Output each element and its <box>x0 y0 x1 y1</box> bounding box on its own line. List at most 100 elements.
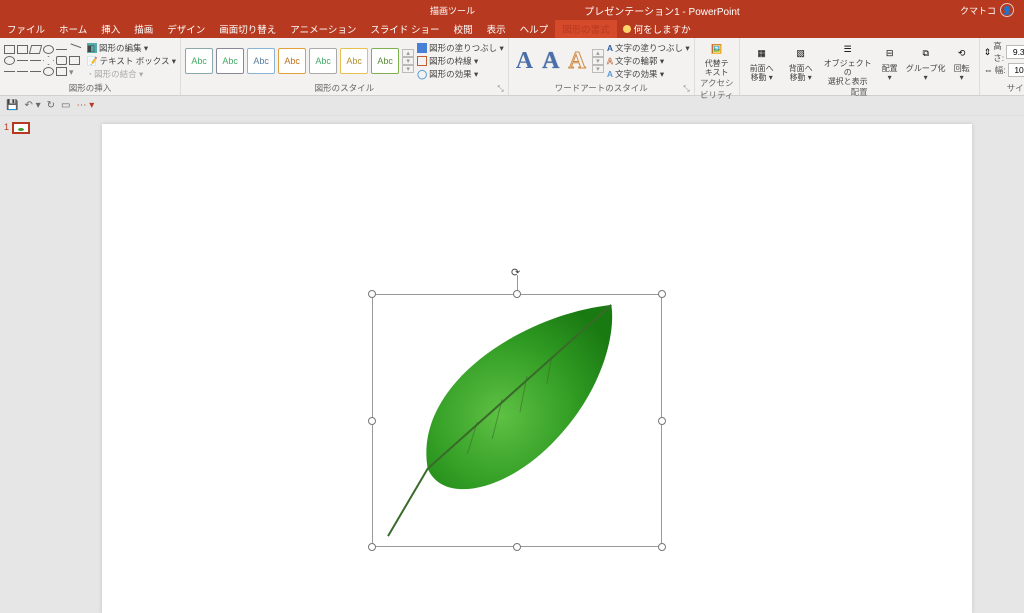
thumbnail-panel: 1 <box>0 116 50 613</box>
document-title: プレゼンテーション1 - PowerPoint <box>500 3 824 18</box>
tab-view[interactable]: 表示 <box>480 20 513 38</box>
text-fill-stack: A文字の塗りつぶし ▾ A文字の輪郭 ▾ A文字の効果 ▾ <box>607 42 690 81</box>
height-label: 高さ: <box>993 40 1004 64</box>
tab-transitions[interactable]: 画面切り替え <box>212 20 283 38</box>
style-preset-4[interactable]: Abc <box>278 48 306 74</box>
wordart-gallery-scroll[interactable]: ▴▾▾ <box>592 49 604 73</box>
height-row: ⇕ 高さ: ▴▾ <box>984 44 1024 60</box>
edit-shape-button[interactable]: ◧図形の編集 ▾ <box>87 42 176 55</box>
selection-box[interactable]: ⟳ <box>372 294 662 547</box>
height-input[interactable] <box>1006 45 1024 59</box>
user-avatar-icon: 👤 <box>1000 3 1014 17</box>
user-name-label: クマトコ <box>960 4 996 17</box>
style-preset-6[interactable]: Abc <box>340 48 368 74</box>
tab-format[interactable]: 図形の書式 <box>555 20 617 38</box>
group-button[interactable]: ⧉グループ化 ▾ <box>906 45 946 82</box>
leaf-shape[interactable] <box>373 295 661 546</box>
textbox-button[interactable]: 📝テキスト ボックス ▾ <box>87 55 176 68</box>
lightbulb-icon <box>623 25 631 33</box>
workspace: 1 ⟳ <box>0 116 1024 613</box>
group-label-arrange: 配置 <box>744 86 975 99</box>
tab-slideshow[interactable]: スライド ショー <box>363 20 446 38</box>
quick-access-toolbar: 💾 ↶ ▾ ↻ ▭ ⋯ ▾ <box>0 96 1024 116</box>
selection-pane-button[interactable]: ☰オブジェクトの 選択と表示 <box>822 40 874 86</box>
height-icon: ⇕ <box>984 47 992 58</box>
wordart-preset-3[interactable]: A <box>565 48 588 75</box>
text-fill-button[interactable]: A文字の塗りつぶし ▾ <box>607 42 690 55</box>
bring-forward-button[interactable]: ▦前面へ 移動 ▾ <box>744 45 780 82</box>
thumb-preview <box>12 122 30 134</box>
rotate-button[interactable]: ⟲回転 ▾ <box>949 45 975 82</box>
shape-fill-button[interactable]: 図形の塗りつぶし ▾ <box>417 42 504 55</box>
group-shape-styles: Abc Abc Abc Abc Abc Abc Abc ▴▾▾ 図形の塗りつぶし… <box>181 38 509 95</box>
group-label-insert-shapes: 図形の挿入 <box>4 82 176 95</box>
slide-thumbnail-1[interactable]: 1 <box>4 122 46 134</box>
tell-me[interactable]: 何をしますか <box>617 20 697 38</box>
style-preset-3[interactable]: Abc <box>247 48 275 74</box>
shapes-gallery[interactable]: ▾ <box>4 45 84 77</box>
bring-forward-icon: ▦ <box>753 45 771 63</box>
tab-draw[interactable]: 描画 <box>127 20 160 38</box>
wordart-preset-2[interactable]: A <box>539 48 562 75</box>
group-icon: ⧉ <box>917 45 935 63</box>
shape-outline-button[interactable]: 図形の枠線 ▾ <box>417 55 504 68</box>
rotate-icon: ⟲ <box>953 45 971 63</box>
width-label: 幅: <box>995 64 1006 76</box>
group-accessibility: 🖼️ 代替テ キスト アクセシビリティ <box>695 38 740 95</box>
slide-canvas[interactable]: ⟳ <box>102 124 972 613</box>
width-input[interactable] <box>1008 63 1024 77</box>
alt-text-button[interactable]: 🖼️ 代替テ キスト <box>699 40 735 77</box>
shape-effects-button[interactable]: ◯図形の効果 ▾ <box>417 68 504 81</box>
slide-editor[interactable]: ⟳ <box>50 116 1024 613</box>
redo-button[interactable]: ↻ <box>47 100 55 111</box>
group-label-access: アクセシビリティ <box>699 77 735 102</box>
wordart-launcher[interactable]: ⤡ <box>683 84 689 94</box>
tab-animations[interactable]: アニメーション <box>283 20 363 38</box>
width-icon: ⇔ <box>984 65 993 75</box>
style-preset-1[interactable]: Abc <box>185 48 213 74</box>
style-preset-5[interactable]: Abc <box>309 48 337 74</box>
contextual-tab-title: 描画ツール <box>430 4 475 17</box>
tab-home[interactable]: ホーム <box>52 20 94 38</box>
merge-shapes-button: ◔図形の結合 ▾ <box>87 68 176 81</box>
style-preset-2[interactable]: Abc <box>216 48 244 74</box>
style-preset-7[interactable]: Abc <box>371 48 399 74</box>
rotation-handle[interactable]: ⟳ <box>511 266 523 278</box>
tab-review[interactable]: 校閲 <box>447 20 480 38</box>
group-wordart-styles: A A A ▴▾▾ A文字の塗りつぶし ▾ A文字の輪郭 ▾ A文字の効果 ▾ … <box>509 38 695 95</box>
group-label-shape-styles: 図形のスタイル⤡ <box>185 82 504 95</box>
group-arrange: ▦前面へ 移動 ▾ ▧背面へ 移動 ▾ ☰オブジェクトの 選択と表示 ⊟配置 ▾… <box>740 38 980 95</box>
group-size: ⇕ 高さ: ▴▾ ⇔ 幅: ▴▾ サイズ⤡ <box>980 38 1024 95</box>
save-button[interactable]: 💾 <box>6 100 18 111</box>
text-effects-button[interactable]: A文字の効果 ▾ <box>607 68 690 81</box>
group-label-wordart: ワードアートのスタイル⤡ <box>513 82 690 95</box>
text-outline-button[interactable]: A文字の輪郭 ▾ <box>607 55 690 68</box>
wordart-preset-1[interactable]: A <box>513 48 536 75</box>
tab-file[interactable]: ファイル <box>0 20 52 38</box>
send-backward-icon: ▧ <box>792 45 810 63</box>
ribbon: ▾ ◧図形の編集 ▾ 📝テキスト ボックス ▾ ◔図形の結合 ▾ 図形の挿入 A… <box>0 38 1024 96</box>
title-bar: 描画ツール プレゼンテーション1 - PowerPoint クマトコ 👤 <box>0 0 1024 20</box>
tab-help[interactable]: ヘルプ <box>513 20 556 38</box>
send-backward-button[interactable]: ▧背面へ 移動 ▾ <box>783 45 819 82</box>
shape-edit-stack: ◧図形の編集 ▾ 📝テキスト ボックス ▾ ◔図形の結合 ▾ <box>87 42 176 81</box>
user-account[interactable]: クマトコ 👤 <box>960 3 1014 17</box>
alt-text-icon: 🖼️ <box>708 40 726 58</box>
width-row: ⇔ 幅: ▴▾ <box>984 62 1024 78</box>
shape-styles-launcher[interactable]: ⤡ <box>497 84 503 94</box>
group-insert-shapes: ▾ ◧図形の編集 ▾ 📝テキスト ボックス ▾ ◔図形の結合 ▾ 図形の挿入 <box>0 38 181 95</box>
shape-fill-stack: 図形の塗りつぶし ▾ 図形の枠線 ▾ ◯図形の効果 ▾ <box>417 42 504 81</box>
qat-more-button[interactable]: ⋯ ▾ <box>76 100 94 111</box>
thumb-number: 1 <box>4 122 9 132</box>
group-label-size: サイズ⤡ <box>984 82 1024 95</box>
tell-me-label: 何をしますか <box>634 22 691 36</box>
selection-pane-icon: ☰ <box>839 40 857 58</box>
undo-button[interactable]: ↶ ▾ <box>24 100 40 111</box>
align-icon: ⊟ <box>881 45 899 63</box>
tab-design[interactable]: デザイン <box>160 20 212 38</box>
align-button[interactable]: ⊟配置 ▾ <box>877 45 903 82</box>
menu-tabs: ファイル ホーム 挿入 描画 デザイン 画面切り替え アニメーション スライド … <box>0 20 1024 38</box>
style-gallery-scroll[interactable]: ▴▾▾ <box>402 49 414 73</box>
tab-insert[interactable]: 挿入 <box>94 20 127 38</box>
start-slideshow-button[interactable]: ▭ <box>61 100 70 111</box>
